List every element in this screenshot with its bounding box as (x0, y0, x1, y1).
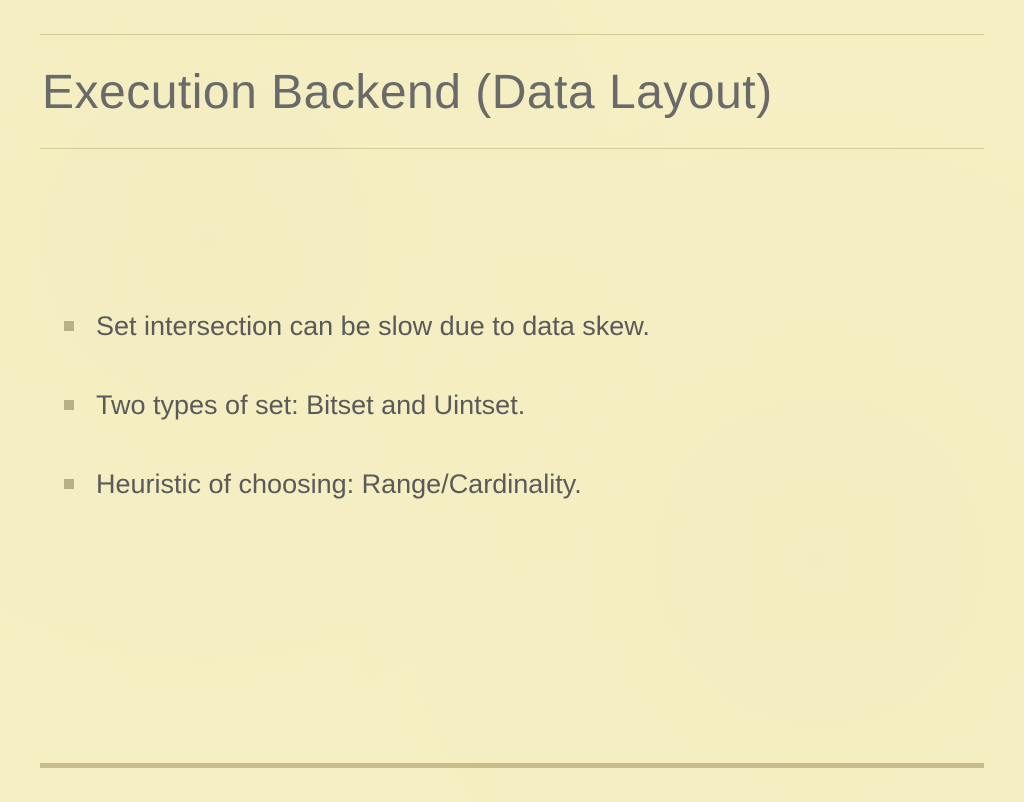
bullet-icon (64, 400, 74, 410)
slide-content: Set intersection can be slow due to data… (64, 309, 984, 502)
divider-mid (40, 148, 984, 149)
list-item: Two types of set: Bitset and Uintset. (64, 388, 984, 423)
list-item: Set intersection can be slow due to data… (64, 309, 984, 344)
slide-title: Execution Backend (Data Layout) (42, 65, 984, 120)
list-item: Heuristic of choosing: Range/Cardinality… (64, 467, 984, 502)
divider-bottom (40, 763, 984, 768)
bullet-icon (64, 479, 74, 489)
bullet-icon (64, 321, 74, 331)
bullet-text: Set intersection can be slow due to data… (96, 309, 650, 344)
slide-container: Execution Backend (Data Layout) Set inte… (0, 34, 1024, 802)
bullet-text: Two types of set: Bitset and Uintset. (96, 388, 525, 423)
bullet-text: Heuristic of choosing: Range/Cardinality… (96, 467, 582, 502)
divider-top (40, 34, 984, 35)
